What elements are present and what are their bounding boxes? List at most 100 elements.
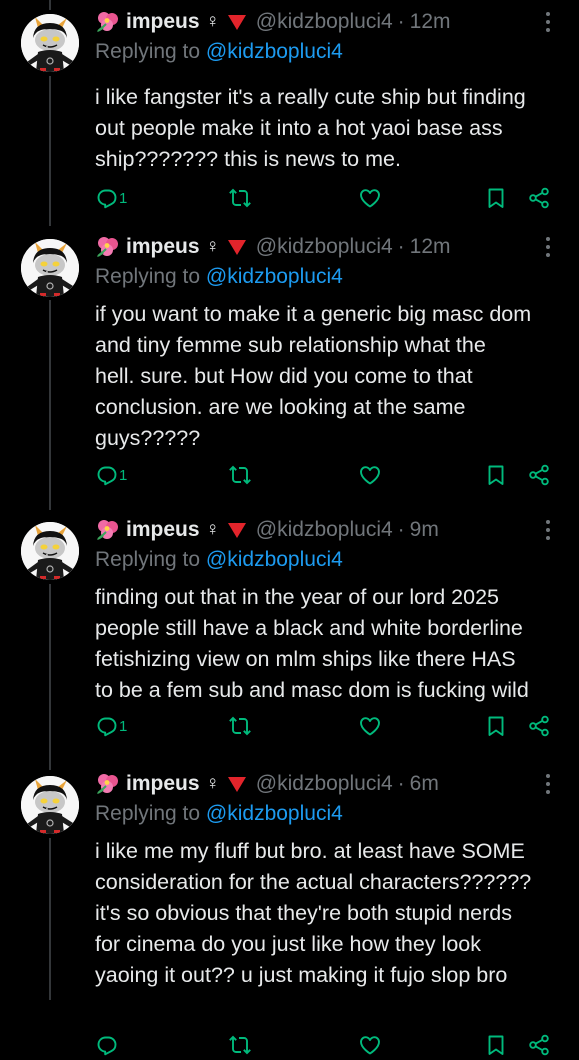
mention-link[interactable]: @kidzbopluci4: [206, 548, 343, 571]
homestuck-troll-avatar-icon: [21, 239, 79, 297]
post-text: if you want to make it a generic big mas…: [95, 299, 565, 454]
replying-to: Replying to @kidzbopluci4: [95, 802, 343, 826]
post-time[interactable]: 9m: [410, 518, 439, 542]
heart-icon: [360, 189, 380, 208]
mention-link[interactable]: @kidzbopluci4: [206, 265, 343, 288]
venus-symbol-icon: ♀: [205, 236, 220, 257]
user-handle[interactable]: @kidzbopluci4: [256, 772, 393, 796]
reply-button[interactable]: 1: [95, 711, 127, 741]
post-text-line: yaoing it out?? u just making it fujo sl…: [95, 963, 508, 987]
post-text-line: ship??????? this is news to me.: [95, 147, 401, 171]
user-handle[interactable]: @kidzbopluci4: [256, 518, 393, 542]
post-text-line: consideration for the actual characters?…: [95, 870, 532, 894]
user-handle[interactable]: @kidzbopluci4: [256, 10, 393, 34]
share-icon: [529, 464, 549, 486]
replying-to: Replying to @kidzbopluci4: [95, 265, 343, 289]
bookmark-button[interactable]: [484, 460, 508, 490]
reply-button[interactable]: 1: [95, 460, 127, 490]
post-text: i like fangster it's a really cute ship …: [95, 82, 565, 175]
hibiscus-icon: [97, 237, 118, 257]
bookmark-button[interactable]: [484, 1030, 508, 1060]
bookmark-icon: [488, 465, 504, 485]
replying-to-label: Replying to: [95, 40, 201, 63]
reply-button[interactable]: 1: [95, 183, 127, 213]
mention-link[interactable]: @kidzbopluci4: [206, 802, 343, 825]
post-time[interactable]: 12m: [410, 235, 451, 259]
more-options-icon[interactable]: [538, 10, 558, 34]
retweet-button[interactable]: [228, 183, 252, 213]
post-text: i like me my fluff but bro. at least hav…: [95, 836, 565, 991]
reply-count: 1: [119, 466, 128, 484]
avatar[interactable]: [21, 776, 79, 834]
post-actions: 1: [0, 711, 579, 741]
share-button[interactable]: [527, 711, 551, 741]
display-name[interactable]: impeus: [126, 518, 200, 542]
post-text-line: guys?????: [95, 426, 201, 450]
post-text: finding out that in the year of our lord…: [95, 582, 565, 706]
display-name[interactable]: impeus: [126, 10, 200, 34]
separator-dot: ·: [397, 772, 405, 795]
post-text-line: to be a fem sub and masc dom is fucking …: [95, 678, 529, 702]
homestuck-troll-avatar-icon: [21, 14, 79, 72]
post-text-line: it's so obvious that they're both stupid…: [95, 901, 512, 925]
reply-icon: [97, 717, 117, 737]
red-triangle-icon: [227, 776, 246, 792]
bookmark-button[interactable]: [484, 711, 508, 741]
thread-line: [49, 584, 51, 770]
post-text-line: people still have a black and white bord…: [95, 616, 523, 640]
post-text-line: and tiny femme sub relationship what the: [95, 333, 486, 357]
like-button[interactable]: [358, 460, 382, 490]
like-button[interactable]: [358, 711, 382, 741]
more-options-icon[interactable]: [538, 518, 558, 542]
share-icon: [529, 1034, 549, 1056]
share-icon: [529, 715, 549, 737]
hibiscus-icon: [97, 520, 118, 540]
like-button[interactable]: [358, 183, 382, 213]
retweet-button[interactable]: [228, 711, 252, 741]
display-name[interactable]: impeus: [126, 772, 200, 796]
avatar[interactable]: [21, 522, 79, 580]
avatar[interactable]: [21, 14, 79, 72]
share-button[interactable]: [527, 1030, 551, 1060]
share-button[interactable]: [527, 460, 551, 490]
post-text-line: if you want to make it a generic big mas…: [95, 302, 532, 326]
post-text-line: i like fangster it's a really cute ship …: [95, 85, 526, 109]
post-text-line: finding out that in the year of our lord…: [95, 585, 499, 609]
bookmark-icon: [488, 716, 504, 736]
retweet-button[interactable]: [228, 460, 252, 490]
separator-dot: ·: [397, 518, 405, 541]
heart-icon: [360, 717, 380, 736]
venus-symbol-icon: ♀: [205, 519, 220, 540]
reply-button[interactable]: [95, 1030, 119, 1060]
avatar[interactable]: [21, 239, 79, 297]
like-button[interactable]: [358, 1030, 382, 1060]
replying-to: Replying to @kidzbopluci4: [95, 548, 343, 572]
more-options-icon[interactable]: [538, 772, 558, 796]
more-options-icon[interactable]: [538, 235, 558, 259]
mention-link[interactable]: @kidzbopluci4: [206, 40, 343, 63]
thread-line: [49, 0, 51, 10]
post-time[interactable]: 12m: [410, 10, 451, 34]
red-triangle-icon: [227, 239, 246, 255]
reply-icon: [97, 189, 117, 209]
share-button[interactable]: [527, 183, 551, 213]
venus-symbol-icon: ♀: [205, 773, 220, 794]
post-time[interactable]: 6m: [410, 772, 439, 796]
post-header: impeus ♀ @kidzbopluci4 · 6m: [95, 770, 439, 798]
heart-icon: [360, 1036, 380, 1055]
retweet-icon: [229, 188, 251, 208]
hibiscus-icon: [97, 774, 118, 794]
hibiscus-icon: [97, 12, 118, 32]
retweet-button[interactable]: [228, 1030, 252, 1060]
thread-line: [49, 838, 51, 1000]
user-handle[interactable]: @kidzbopluci4: [256, 235, 393, 259]
post-actions: 1: [0, 183, 579, 213]
post-header: impeus ♀ @kidzbopluci4 · 9m: [95, 516, 439, 544]
red-triangle-icon: [227, 14, 246, 30]
display-name[interactable]: impeus: [126, 235, 200, 259]
homestuck-troll-avatar-icon: [21, 522, 79, 580]
post-text-line: fetishizing view on mlm ships like there…: [95, 647, 516, 671]
bookmark-button[interactable]: [484, 183, 508, 213]
retweet-icon: [229, 465, 251, 485]
reply-icon: [97, 1036, 117, 1056]
